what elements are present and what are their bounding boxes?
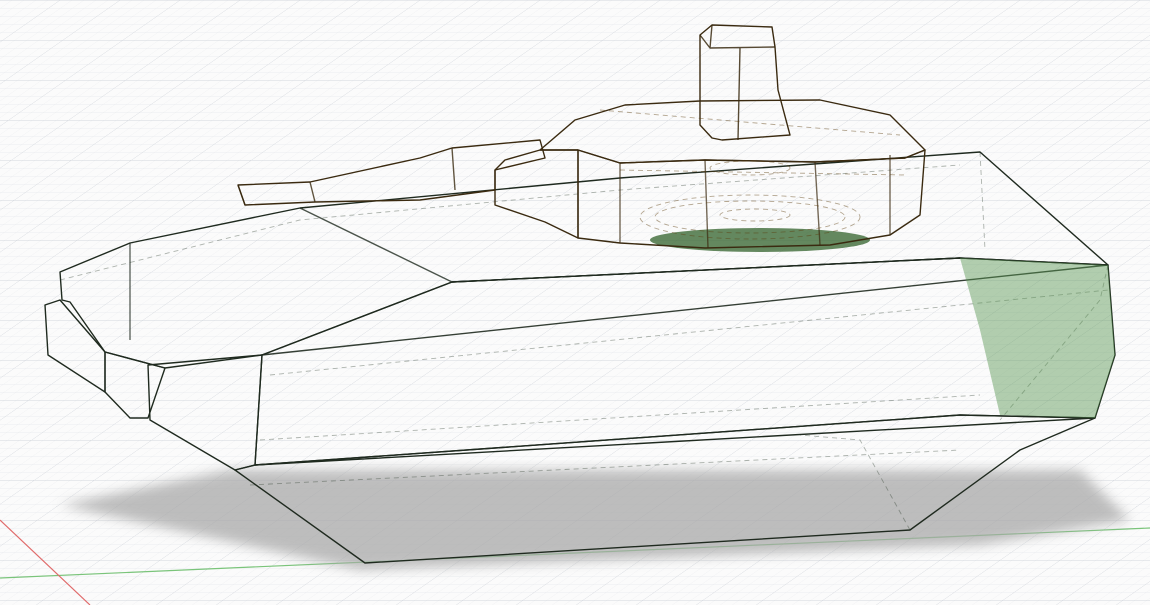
cad-viewport[interactable] <box>0 0 1150 605</box>
scene-canvas[interactable] <box>0 0 1150 605</box>
